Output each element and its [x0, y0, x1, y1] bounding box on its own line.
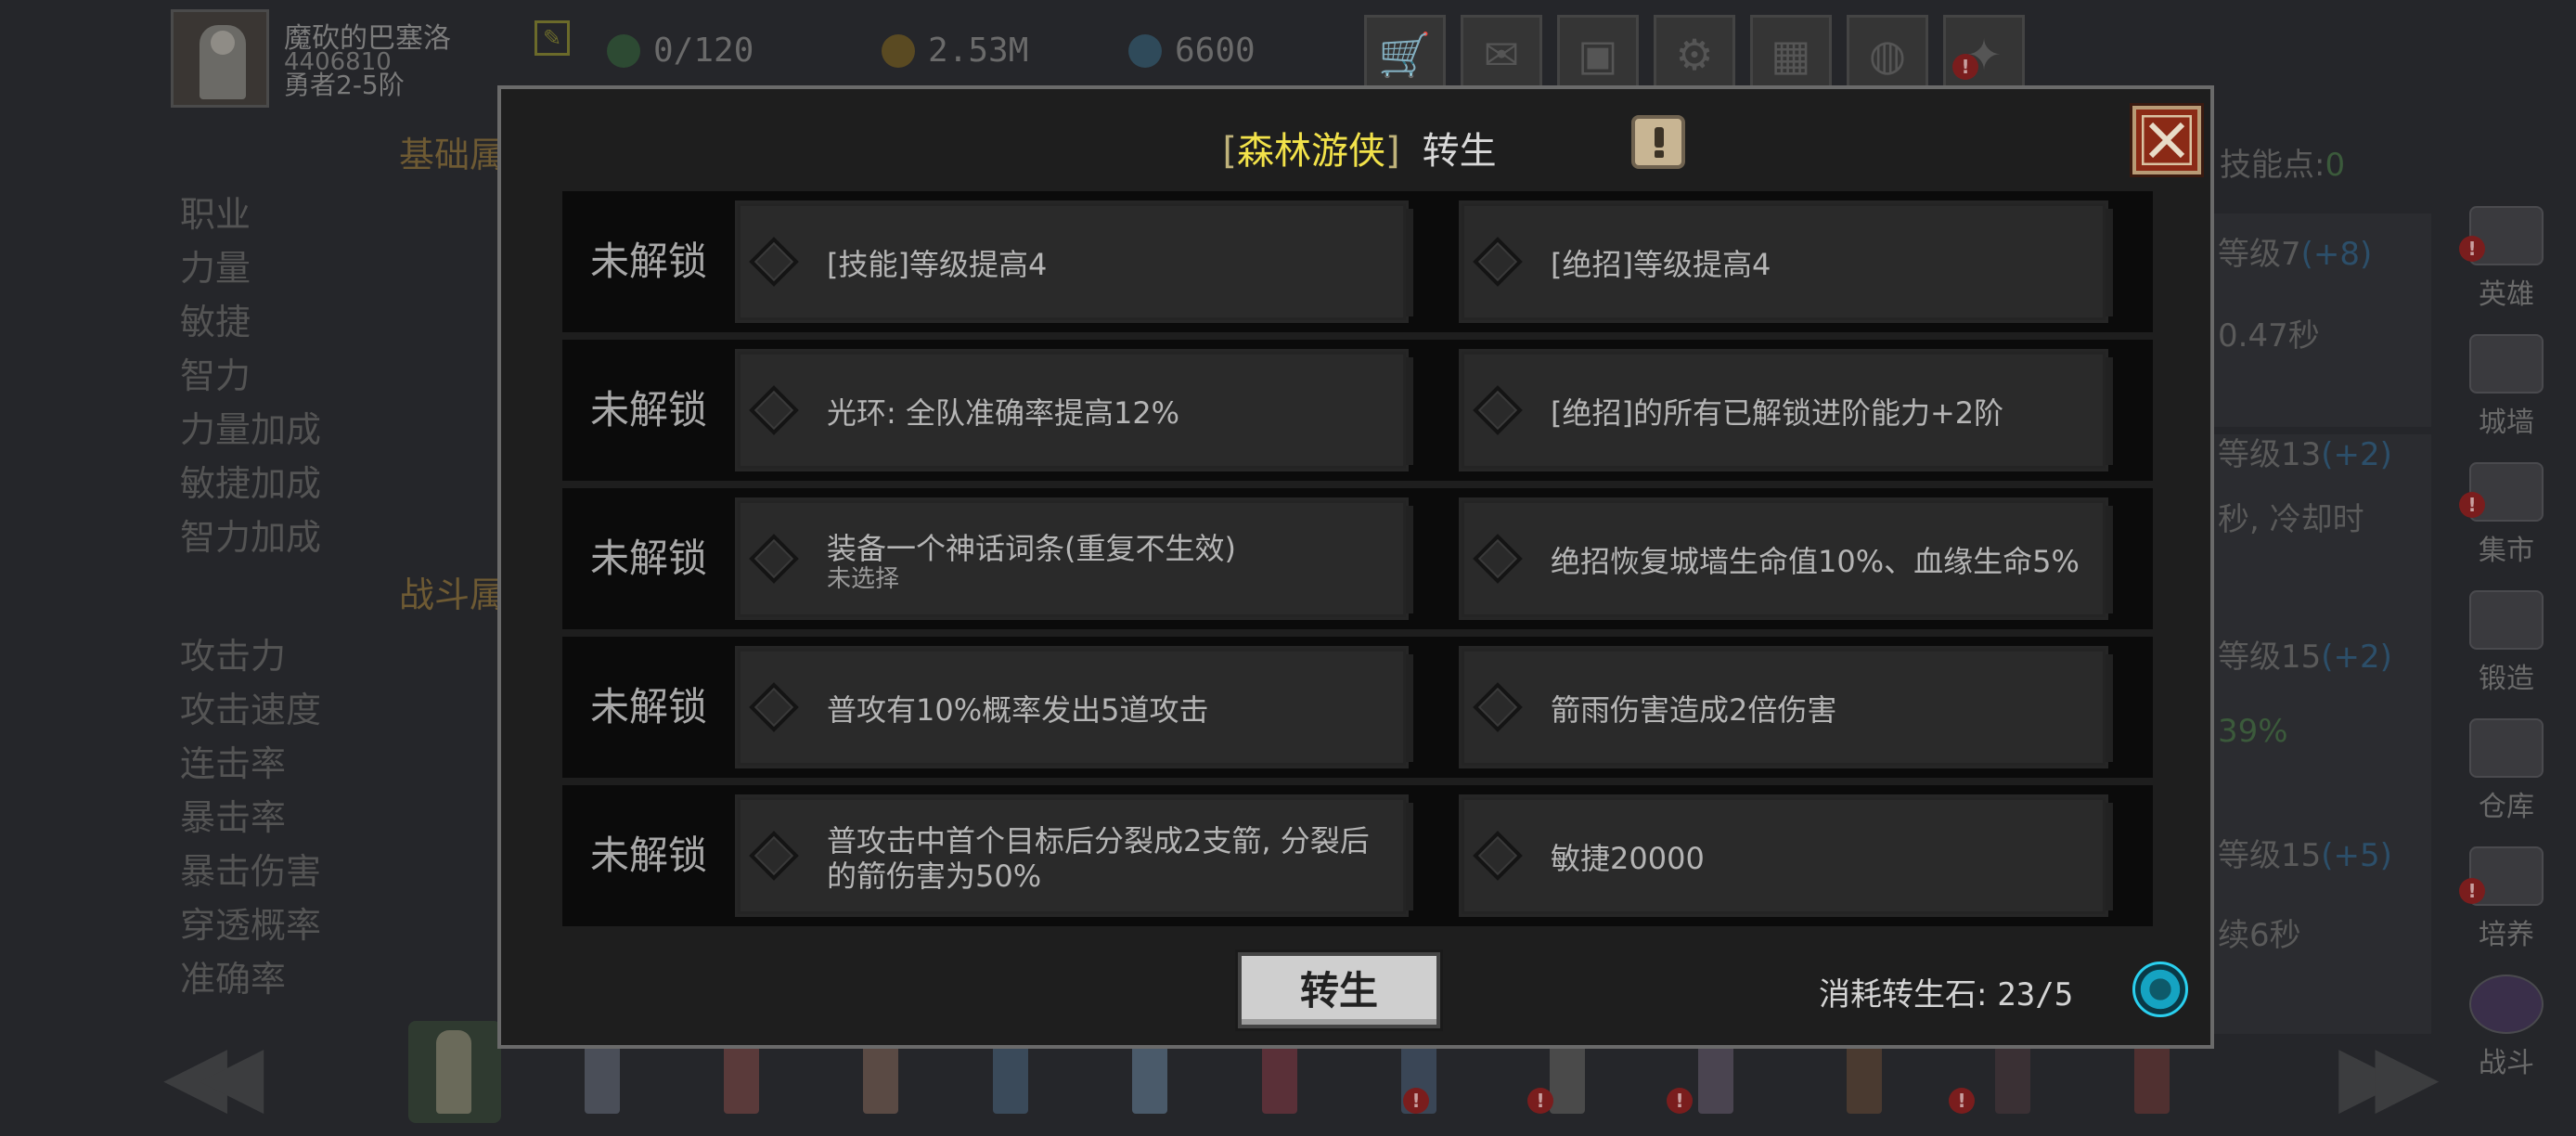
tier-row: 未解锁 普攻击中首个目标后分裂成2支箭, 分裂后的箭伤害为50% 敏捷20000	[562, 785, 2153, 926]
lock-status: 未解锁	[589, 387, 707, 432]
diamond-checkbox-icon[interactable]	[1473, 385, 1523, 435]
option-text: 箭雨伤害造成2倍伤害	[1551, 649, 2107, 771]
option-label: 普攻击中首个目标后分裂成2支箭, 分裂后的箭伤害为50%	[827, 823, 1370, 894]
close-icon	[2142, 115, 2192, 165]
tier-row: 未解锁 [技能]等级提高4 [绝招]等级提高4	[562, 191, 2153, 332]
diamond-checkbox-icon[interactable]	[749, 682, 799, 732]
tier-row: 未解锁 普攻有10%概率发出5道攻击 箭雨伤害造成2倍伤害	[562, 637, 2153, 778]
rebirth-dialog: [森林游侠] 转生 未解锁 [技能]等级提高4 [绝招]等级提高4 未解锁 光环…	[497, 85, 2214, 1049]
diamond-checkbox-icon[interactable]	[749, 534, 799, 584]
option-label: 装备一个神话词条(重复不生效)	[827, 531, 1236, 566]
tier-row: 未解锁 装备一个神话词条(重复不生效) 未选择 绝招恢复城墙生命值10%、血缘生命…	[562, 488, 2153, 629]
lock-status: 未解锁	[589, 833, 707, 878]
class-name: 森林游侠	[1237, 130, 1385, 173]
option-text: 装备一个神话词条(重复不生效) 未选择	[827, 500, 1384, 623]
cost-label: 消耗转生石:	[1819, 976, 1988, 1013]
lock-status: 未解锁	[589, 536, 707, 581]
rebirth-tier-list: 未解锁 [技能]等级提高4 [绝招]等级提高4 未解锁 光环: 全队准确率提高1…	[562, 191, 2153, 926]
info-icon[interactable]	[1631, 115, 1685, 169]
title-bracket-close: ]	[1385, 130, 1400, 173]
option-right[interactable]: 敏捷20000	[1459, 794, 2113, 920]
diamond-checkbox-icon[interactable]	[1473, 831, 1523, 881]
option-label: 箭雨伤害造成2倍伤害	[1551, 692, 1837, 728]
diamond-checkbox-icon[interactable]	[749, 237, 799, 287]
option-left[interactable]: [技能]等级提高4	[735, 200, 1413, 326]
option-right[interactable]: 绝招恢复城墙生命值10%、血缘生命5%	[1459, 497, 2113, 623]
option-text: [技能]等级提高4	[827, 203, 1384, 326]
option-text: [绝招]的所有已解锁进阶能力+2阶	[1551, 352, 2107, 474]
option-label: [绝招]的所有已解锁进阶能力+2阶	[1551, 395, 2004, 431]
diamond-checkbox-icon[interactable]	[749, 385, 799, 435]
option-label: 普攻有10%概率发出5道攻击	[827, 692, 1209, 728]
lock-status: 未解锁	[589, 684, 707, 729]
option-label: [绝招]等级提高4	[1551, 247, 1771, 282]
option-text: 光环: 全队准确率提高12%	[827, 352, 1384, 474]
title-action: 转生	[1422, 130, 1497, 173]
option-label: 敏捷20000	[1551, 841, 1705, 876]
option-text: 敏捷20000	[1551, 797, 2107, 920]
rebirth-button[interactable]: 转生	[1238, 952, 1440, 1028]
option-text: 普攻有10%概率发出5道攻击	[827, 649, 1384, 771]
option-right[interactable]: [绝招]等级提高4	[1459, 200, 2113, 326]
option-right[interactable]: 箭雨伤害造成2倍伤害	[1459, 646, 2113, 771]
option-text: 普攻击中首个目标后分裂成2支箭, 分裂后的箭伤害为50%	[827, 797, 1384, 920]
option-label: 光环: 全队准确率提高12%	[827, 395, 1180, 431]
option-right[interactable]: [绝招]的所有已解锁进阶能力+2阶	[1459, 349, 2113, 474]
diamond-checkbox-icon[interactable]	[1473, 682, 1523, 732]
cost-value: 23/5	[1997, 976, 2074, 1013]
option-text: [绝招]等级提高4	[1551, 203, 2107, 326]
option-left[interactable]: 装备一个神话词条(重复不生效) 未选择	[735, 497, 1413, 623]
rebirth-cost: 消耗转生石: 23/5	[1819, 969, 2073, 1014]
close-button[interactable]	[2132, 106, 2201, 174]
rebirth-stone-icon	[2132, 962, 2188, 1017]
diamond-checkbox-icon[interactable]	[749, 831, 799, 881]
option-label: [技能]等级提高4	[827, 247, 1048, 282]
option-text: 绝招恢复城墙生命值10%、血缘生命5%	[1551, 500, 2107, 623]
diamond-checkbox-icon[interactable]	[1473, 534, 1523, 584]
diamond-checkbox-icon[interactable]	[1473, 237, 1523, 287]
lock-status: 未解锁	[589, 239, 707, 284]
title-bracket-open: [	[1222, 130, 1237, 173]
dialog-title: [森林游侠] 转生	[501, 121, 2218, 174]
option-left[interactable]: 普攻击中首个目标后分裂成2支箭, 分裂后的箭伤害为50%	[735, 794, 1413, 920]
option-sublabel: 未选择	[827, 565, 900, 593]
option-left[interactable]: 光环: 全队准确率提高12%	[735, 349, 1413, 474]
option-label: 绝招恢复城墙生命值10%、血缘生命5%	[1551, 544, 2080, 579]
option-left[interactable]: 普攻有10%概率发出5道攻击	[735, 646, 1413, 771]
tier-row: 未解锁 光环: 全队准确率提高12% [绝招]的所有已解锁进阶能力+2阶	[562, 340, 2153, 481]
